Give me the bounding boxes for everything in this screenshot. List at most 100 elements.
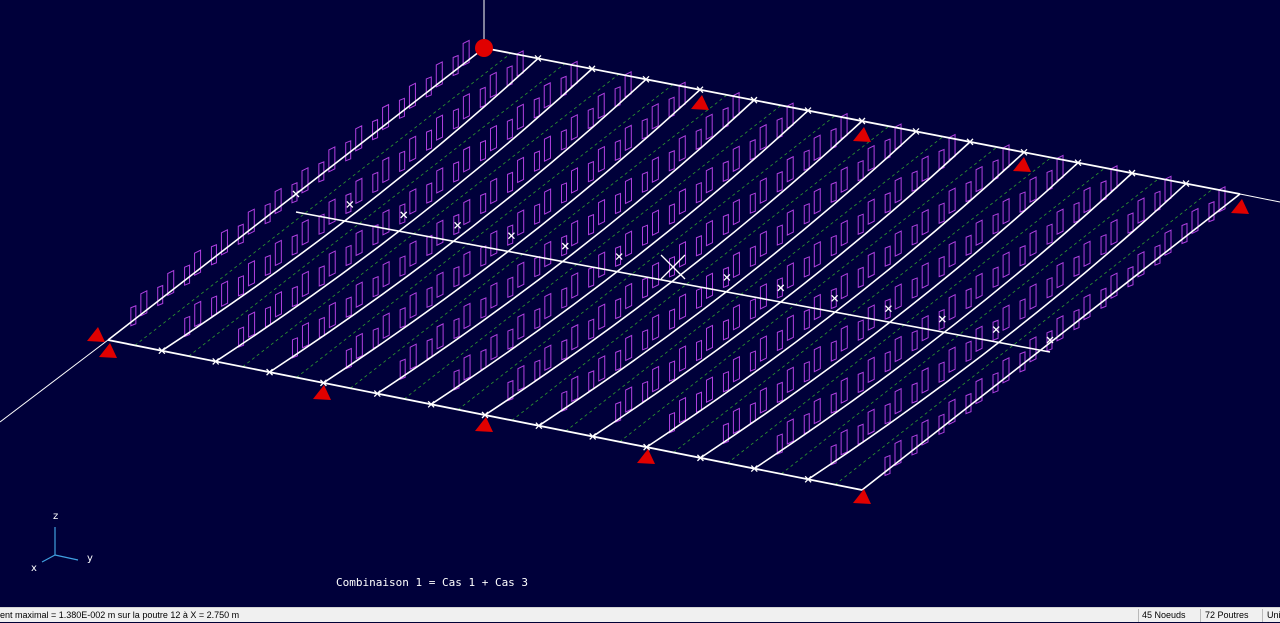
moment-diagram-glyph (1208, 201, 1215, 223)
moment-diagram-glyph (462, 92, 470, 120)
moment-diagram-glyph (921, 155, 929, 182)
moment-diagram-glyph (571, 219, 579, 247)
node-marker (615, 253, 623, 261)
moment-diagram-glyph (803, 360, 810, 383)
structure-view[interactable] (0, 0, 1280, 607)
secondary-line (350, 94, 728, 389)
moment-diagram-glyph (857, 266, 864, 289)
moment-diagram-glyph (355, 229, 363, 257)
moment-diagram-glyph (426, 338, 433, 360)
moment-diagram-glyph (544, 240, 552, 268)
moment-diagram-glyph (426, 234, 433, 257)
moment-diagram-glyph (211, 295, 218, 317)
moment-diagram-glyph (318, 265, 325, 287)
moment-diagram-glyph (399, 307, 406, 329)
moment-diagram-glyph (534, 359, 541, 381)
moment-diagram-glyph (642, 380, 649, 403)
node-marker (346, 200, 354, 208)
moment-diagram-glyph (813, 397, 821, 425)
moment-diagram-glyph (490, 230, 498, 257)
moment-diagram-glyph (1073, 308, 1080, 331)
moment-diagram-glyph (813, 345, 821, 373)
moment-diagram-glyph (489, 124, 497, 152)
moment-diagram-glyph (840, 272, 848, 300)
moment-diagram-glyph (705, 166, 713, 194)
moment-diagram-glyph (813, 241, 821, 268)
moment-diagram-glyph (625, 282, 633, 310)
moment-diagram-glyph (642, 276, 649, 299)
moment-diagram-glyph (1002, 304, 1010, 332)
moment-diagram-glyph (130, 305, 137, 327)
moment-diagram-glyph (597, 145, 605, 173)
support-triangle (853, 489, 871, 504)
moment-diagram-glyph (867, 198, 875, 226)
support-triangle (691, 95, 709, 110)
moment-diagram-glyph (732, 198, 740, 226)
moment-diagram-glyph (749, 350, 756, 372)
moment-diagram-glyph (264, 254, 271, 277)
moment-diagram-glyph (463, 250, 471, 278)
moment-diagram-glyph (1019, 191, 1026, 213)
moment-diagram-glyph (328, 198, 336, 225)
moment-diagram-glyph (479, 139, 486, 162)
support-triangle (853, 127, 871, 142)
moment-diagram-glyph (264, 202, 271, 225)
moment-diagram-glyph (372, 327, 379, 349)
moment-diagram-glyph (463, 198, 471, 226)
moment-diagram-glyph (732, 145, 740, 173)
moment-diagram-glyph (544, 292, 552, 320)
moment-diagram-glyph (587, 107, 594, 130)
secondary-line (673, 157, 1052, 453)
moment-diagram-glyph (624, 177, 632, 205)
moment-diagram-glyph (867, 251, 875, 279)
moment-diagram-glyph (884, 454, 891, 477)
moment-diagram-glyph (857, 371, 864, 394)
moment-diagram-glyph (210, 244, 217, 266)
moment-diagram-glyph (992, 266, 999, 288)
moment-diagram-glyph (409, 240, 417, 267)
moment-diagram-glyph (480, 192, 487, 215)
moment-diagram-glyph (506, 118, 513, 141)
moment-diagram-glyph (696, 339, 703, 362)
moment-diagram-glyph (194, 300, 202, 328)
moment-diagram-glyph (355, 281, 363, 308)
moment-diagram-glyph (786, 155, 794, 183)
moment-diagram-glyph (938, 361, 945, 383)
moment-diagram-glyph (436, 271, 444, 299)
moment-diagram-glyph (813, 187, 821, 215)
moment-diagram-glyph (544, 344, 552, 372)
node-marker (292, 190, 300, 198)
moment-diagram-glyph (911, 277, 918, 299)
moment-diagram-glyph (695, 181, 702, 204)
moment-diagram-glyph (776, 381, 783, 404)
moment-diagram-glyph (507, 276, 514, 299)
moment-diagram-glyph (1056, 261, 1064, 289)
moment-diagram-glyph (840, 166, 848, 194)
moment-diagram-glyph (507, 328, 514, 350)
moment-diagram-glyph (291, 234, 298, 256)
moment-diagram-glyph (625, 334, 633, 362)
moment-diagram-glyph (679, 240, 686, 268)
moment-diagram-glyph (588, 213, 595, 236)
moment-diagram-glyph (1002, 197, 1010, 225)
moment-diagram-glyph (921, 208, 929, 236)
3d-viewport[interactable]: z y x Combinaison 1 = Cas 1 + Cas 3 (0, 0, 1280, 607)
moment-diagram-glyph (641, 118, 648, 140)
moment-diagram-glyph (669, 360, 676, 382)
moment-diagram-glyph (543, 135, 551, 162)
moment-diagram-glyph (749, 139, 756, 161)
moment-diagram-glyph (463, 146, 471, 173)
support-triangle (475, 417, 493, 432)
moment-diagram-glyph (975, 219, 983, 247)
moment-diagram-glyph (786, 314, 794, 342)
moment-diagram-glyph (436, 323, 444, 350)
moment-diagram-glyph (1019, 245, 1026, 267)
moment-diagram-glyph (894, 176, 902, 204)
moment-diagram-glyph (597, 92, 605, 120)
moment-diagram-glyph (570, 113, 578, 141)
moment-diagram-glyph (480, 297, 487, 319)
moment-diagram-glyph (830, 340, 837, 362)
moment-diagram-glyph (1127, 266, 1134, 288)
moment-diagram-glyph (533, 150, 540, 172)
node-marker (400, 211, 408, 219)
